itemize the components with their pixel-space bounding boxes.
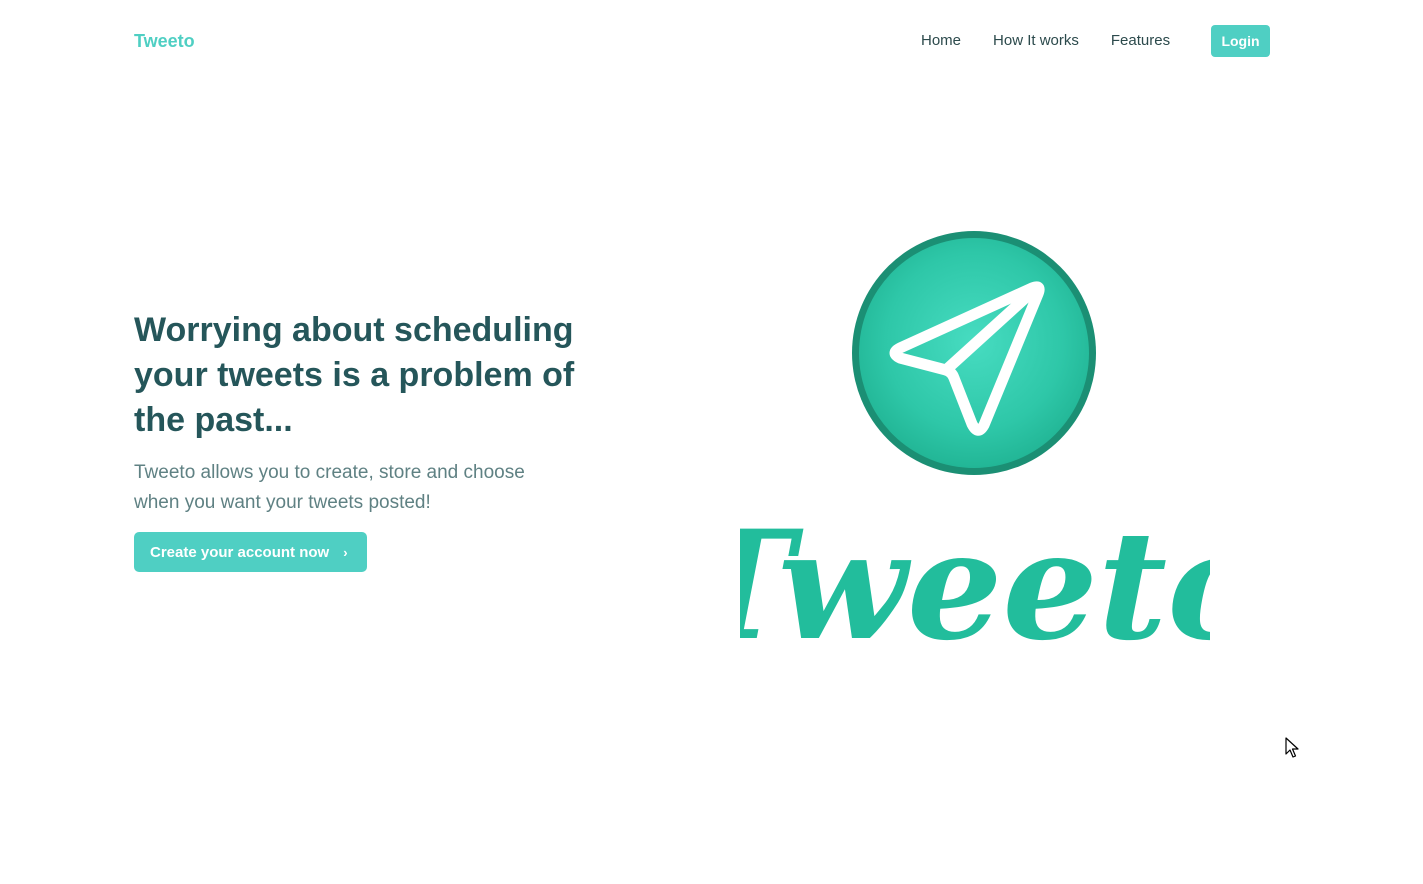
- nav-link-features[interactable]: Features: [1111, 30, 1170, 52]
- nav-link-home[interactable]: Home: [921, 30, 961, 52]
- nav-link-how-it-works[interactable]: How It works: [993, 30, 1079, 52]
- tweeto-logo: Tweeto: [740, 220, 1210, 660]
- login-button[interactable]: Login: [1211, 25, 1270, 57]
- top-navbar: Tweeto Home How It works Features Login: [0, 0, 1423, 82]
- mouse-cursor-icon: [1285, 737, 1299, 758]
- chevron-right-icon: ›: [343, 544, 348, 560]
- nav-links: Home How It works Features: [921, 30, 1202, 52]
- landing-page: Tweeto Home How It works Features Login …: [0, 0, 1423, 884]
- create-account-label: Create your account now: [150, 543, 330, 561]
- create-account-button[interactable]: Create your account now ›: [134, 532, 367, 572]
- tweeto-wordmark: Tweeto: [740, 498, 1210, 660]
- brand-link[interactable]: Tweeto: [134, 30, 195, 52]
- paper-plane-icon: [852, 231, 1096, 475]
- hero-subtitle: Tweeto allows you to create, store and c…: [134, 462, 525, 513]
- tweeto-logo-graphic: Tweeto: [740, 231, 1210, 660]
- hero-title: Worrying about scheduling your tweets is…: [134, 311, 575, 439]
